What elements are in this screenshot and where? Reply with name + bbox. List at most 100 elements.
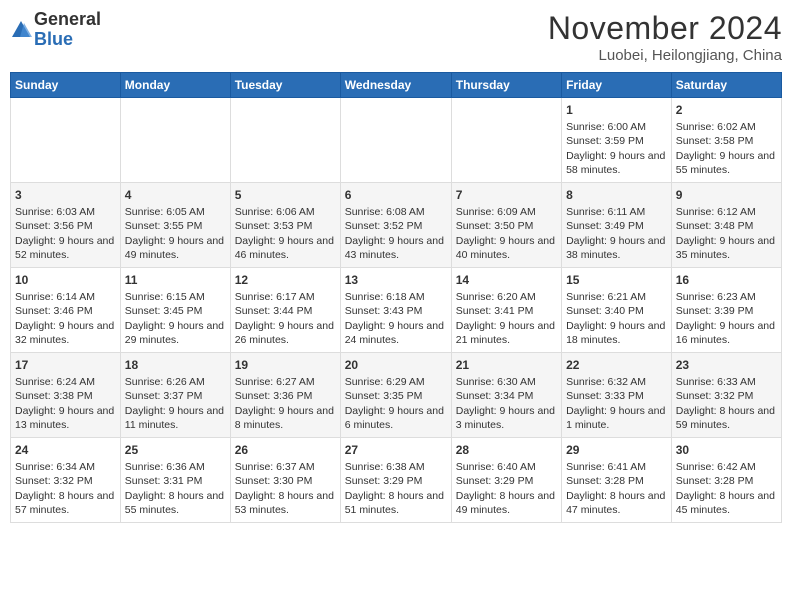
calendar-cell: 21 Sunrise: 6:30 AM Sunset: 3:34 PM Dayli… [451,353,561,438]
day-number: 16 [676,272,777,288]
day-detail: Sunrise: 6:12 AM Sunset: 3:48 PM Dayligh… [676,205,777,262]
day-number: 1 [566,102,667,118]
day-detail: Sunrise: 6:26 AM Sunset: 3:37 PM Dayligh… [125,375,226,432]
calendar-cell: 7 Sunrise: 6:09 AM Sunset: 3:50 PM Daylig… [451,183,561,268]
calendar-cell: 27 Sunrise: 6:38 AM Sunset: 3:29 PM Dayli… [340,438,451,523]
day-detail: Sunrise: 6:15 AM Sunset: 3:45 PM Dayligh… [125,290,226,347]
day-detail: Sunrise: 6:03 AM Sunset: 3:56 PM Dayligh… [15,205,116,262]
calendar-table: SundayMondayTuesdayWednesdayThursdayFrid… [10,72,782,523]
calendar-cell [340,98,451,183]
day-detail: Sunrise: 6:00 AM Sunset: 3:59 PM Dayligh… [566,120,667,177]
day-number: 7 [456,187,557,203]
day-detail: Sunrise: 6:36 AM Sunset: 3:31 PM Dayligh… [125,460,226,517]
day-number: 18 [125,357,226,373]
logo: General Blue [10,10,101,50]
day-number: 2 [676,102,777,118]
calendar-cell: 20 Sunrise: 6:29 AM Sunset: 3:35 PM Dayli… [340,353,451,438]
day-number: 3 [15,187,116,203]
calendar-cell: 17 Sunrise: 6:24 AM Sunset: 3:38 PM Dayli… [11,353,121,438]
day-detail: Sunrise: 6:38 AM Sunset: 3:29 PM Dayligh… [345,460,447,517]
day-number: 15 [566,272,667,288]
day-detail: Sunrise: 6:02 AM Sunset: 3:58 PM Dayligh… [676,120,777,177]
day-number: 28 [456,442,557,458]
day-number: 17 [15,357,116,373]
calendar-cell [120,98,230,183]
calendar-cell [451,98,561,183]
logo-general-text: General [34,10,101,30]
calendar-cell: 8Sunrise: 6:11 AM Sunset: 3:49 PM Daylig… [562,183,672,268]
day-detail: Sunrise: 6:27 AM Sunset: 3:36 PM Dayligh… [235,375,336,432]
day-detail: Sunrise: 6:29 AM Sunset: 3:35 PM Dayligh… [345,375,447,432]
calendar-cell: 15 Sunrise: 6:21 AM Sunset: 3:40 PM Dayli… [562,268,672,353]
title-area: November 2024 Luobei, Heilongjiang, Chin… [548,10,782,64]
day-number: 8 [566,187,667,203]
day-detail: Sunrise: 6:18 AM Sunset: 3:43 PM Dayligh… [345,290,447,347]
day-detail: Sunrise: 6:23 AM Sunset: 3:39 PM Dayligh… [676,290,777,347]
header: General Blue November 2024 Luobei, Heilo… [10,10,782,64]
day-detail: Sunrise: 6:32 AM Sunset: 3:33 PM Dayligh… [566,375,667,432]
day-number: 14 [456,272,557,288]
calendar-week-row: 17 Sunrise: 6:24 AM Sunset: 3:38 PM Dayli… [11,353,782,438]
day-detail: Sunrise: 6:09 AM Sunset: 3:50 PM Dayligh… [456,205,557,262]
weekday-header-wednesday: Wednesday [340,73,451,98]
calendar-week-row: 1 Sunrise: 6:00 AM Sunset: 3:59 PM Daylig… [11,98,782,183]
day-detail: Sunrise: 6:41 AM Sunset: 3:28 PM Dayligh… [566,460,667,517]
day-number: 6 [345,187,447,203]
calendar-cell: 16 Sunrise: 6:23 AM Sunset: 3:39 PM Dayli… [671,268,781,353]
weekday-header-sunday: Sunday [11,73,121,98]
day-number: 29 [566,442,667,458]
calendar-cell: 26Sunrise: 6:37 AM Sunset: 3:30 PM Dayli… [230,438,340,523]
calendar-cell [11,98,121,183]
calendar-cell: 14 Sunrise: 6:20 AM Sunset: 3:41 PM Dayli… [451,268,561,353]
day-number: 12 [235,272,336,288]
day-number: 30 [676,442,777,458]
day-detail: Sunrise: 6:06 AM Sunset: 3:53 PM Dayligh… [235,205,336,262]
day-number: 21 [456,357,557,373]
calendar-cell: 25 Sunrise: 6:36 AM Sunset: 3:31 PM Dayli… [120,438,230,523]
day-detail: Sunrise: 6:14 AM Sunset: 3:46 PM Dayligh… [15,290,116,347]
calendar-cell: 12 Sunrise: 6:17 AM Sunset: 3:44 PM Dayli… [230,268,340,353]
day-detail: Sunrise: 6:30 AM Sunset: 3:34 PM Dayligh… [456,375,557,432]
calendar-title: November 2024 [548,10,782,47]
calendar-cell: 6Sunrise: 6:08 AM Sunset: 3:52 PM Daylig… [340,183,451,268]
calendar-cell [230,98,340,183]
day-number: 20 [345,357,447,373]
day-detail: Sunrise: 6:34 AM Sunset: 3:32 PM Dayligh… [15,460,116,517]
day-detail: Sunrise: 6:42 AM Sunset: 3:28 PM Dayligh… [676,460,777,517]
calendar-week-row: 3 Sunrise: 6:03 AM Sunset: 3:56 PM Daylig… [11,183,782,268]
weekday-header-friday: Friday [562,73,672,98]
day-detail: Sunrise: 6:20 AM Sunset: 3:41 PM Dayligh… [456,290,557,347]
calendar-cell: 5 Sunrise: 6:06 AM Sunset: 3:53 PM Daylig… [230,183,340,268]
calendar-cell: 19Sunrise: 6:27 AM Sunset: 3:36 PM Dayli… [230,353,340,438]
day-number: 11 [125,272,226,288]
calendar-header-row: SundayMondayTuesdayWednesdayThursdayFrid… [11,73,782,98]
day-number: 9 [676,187,777,203]
day-number: 10 [15,272,116,288]
day-detail: Sunrise: 6:37 AM Sunset: 3:30 PM Dayligh… [235,460,336,517]
day-number: 5 [235,187,336,203]
logo-icon [10,19,32,41]
day-number: 22 [566,357,667,373]
day-number: 23 [676,357,777,373]
calendar-cell: 23 Sunrise: 6:33 AM Sunset: 3:32 PM Dayli… [671,353,781,438]
calendar-cell: 11 Sunrise: 6:15 AM Sunset: 3:45 PM Dayli… [120,268,230,353]
calendar-cell: 18 Sunrise: 6:26 AM Sunset: 3:37 PM Dayli… [120,353,230,438]
calendar-cell: 2 Sunrise: 6:02 AM Sunset: 3:58 PM Daylig… [671,98,781,183]
day-detail: Sunrise: 6:24 AM Sunset: 3:38 PM Dayligh… [15,375,116,432]
day-detail: Sunrise: 6:33 AM Sunset: 3:32 PM Dayligh… [676,375,777,432]
day-number: 25 [125,442,226,458]
calendar-cell: 28Sunrise: 6:40 AM Sunset: 3:29 PM Dayli… [451,438,561,523]
weekday-header-thursday: Thursday [451,73,561,98]
weekday-header-tuesday: Tuesday [230,73,340,98]
calendar-cell: 10 Sunrise: 6:14 AM Sunset: 3:46 PM Dayli… [11,268,121,353]
day-detail: Sunrise: 6:21 AM Sunset: 3:40 PM Dayligh… [566,290,667,347]
day-number: 13 [345,272,447,288]
day-number: 27 [345,442,447,458]
weekday-header-saturday: Saturday [671,73,781,98]
day-number: 4 [125,187,226,203]
day-detail: Sunrise: 6:17 AM Sunset: 3:44 PM Dayligh… [235,290,336,347]
day-number: 24 [15,442,116,458]
calendar-week-row: 24 Sunrise: 6:34 AM Sunset: 3:32 PM Dayli… [11,438,782,523]
calendar-cell: 1 Sunrise: 6:00 AM Sunset: 3:59 PM Daylig… [562,98,672,183]
calendar-week-row: 10 Sunrise: 6:14 AM Sunset: 3:46 PM Dayli… [11,268,782,353]
